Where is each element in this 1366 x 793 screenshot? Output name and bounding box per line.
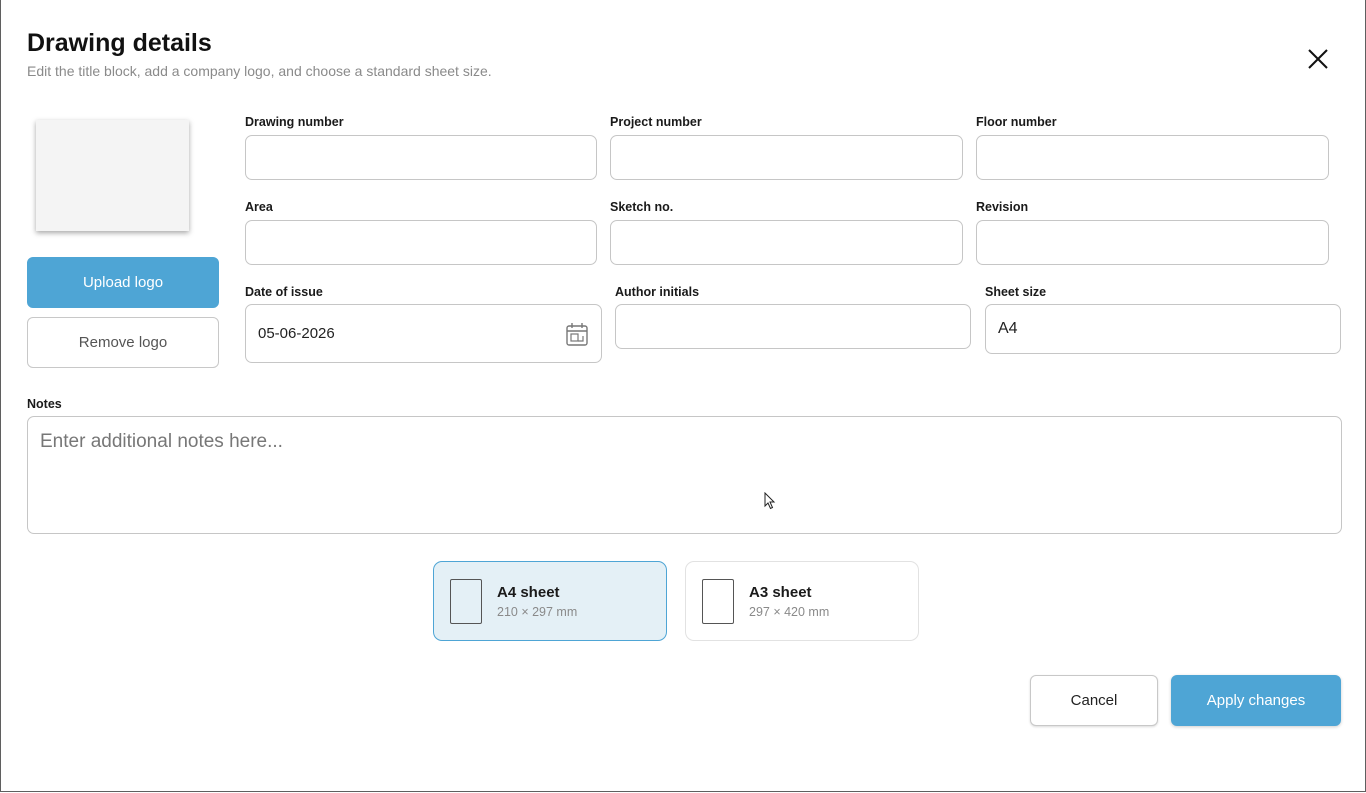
date-value: 05-06-2026 [258, 325, 335, 342]
cancel-button[interactable]: Cancel [1030, 675, 1158, 726]
close-icon [1308, 49, 1328, 69]
apply-changes-button[interactable]: Apply changes [1171, 675, 1341, 726]
logo-preview [36, 120, 189, 231]
date-of-issue-label: Date of issue [245, 285, 323, 299]
author-initials-input[interactable] [615, 304, 971, 349]
sheet-option-a4[interactable]: A4 sheet 210 × 297 mm [433, 561, 667, 641]
date-of-issue-input[interactable]: 05-06-2026 [245, 304, 602, 363]
calendar-icon[interactable] [565, 321, 589, 347]
area-input[interactable] [245, 220, 597, 265]
sheet-dims: 297 × 420 mm [749, 604, 830, 619]
close-button[interactable] [1303, 44, 1333, 74]
floor-number-label: Floor number [976, 115, 1057, 129]
sheet-name: A3 sheet [749, 583, 812, 601]
floor-number-input[interactable] [976, 135, 1329, 180]
area-label: Area [245, 200, 273, 214]
sheet-portrait-icon [702, 578, 734, 624]
project-number-label: Project number [610, 115, 702, 129]
mouse-cursor-icon [764, 492, 776, 510]
sheet-name: A4 sheet [497, 583, 560, 601]
drawing-number-input[interactable] [245, 135, 597, 180]
sheet-size-label: Sheet size [985, 285, 1047, 299]
sheet-option-a3[interactable]: A3 sheet 297 × 420 mm [685, 561, 919, 641]
drawing-number-label: Drawing number [245, 115, 344, 129]
sketch-no-input[interactable] [610, 220, 963, 265]
author-initials-label: Author initials [615, 285, 700, 299]
sheet-size-input[interactable] [985, 304, 1341, 354]
upload-logo-button[interactable]: Upload logo [27, 257, 219, 308]
revision-input[interactable] [976, 220, 1329, 265]
notes-textarea[interactable] [27, 416, 1342, 534]
project-number-input[interactable] [610, 135, 963, 180]
revision-label: Revision [976, 200, 1029, 214]
sheet-dims: 210 × 297 mm [497, 604, 578, 619]
sketch-no-label: Sketch no. [610, 200, 674, 214]
sheet-portrait-icon [450, 578, 482, 624]
dialog-title: Drawing details [27, 29, 212, 57]
dialog-subtitle: Edit the title block, add a company logo… [27, 63, 492, 79]
drawing-details-dialog: Drawing details Edit the title block, ad… [0, 0, 1366, 792]
remove-logo-button[interactable]: Remove logo [27, 317, 219, 368]
notes-label: Notes [27, 397, 62, 411]
